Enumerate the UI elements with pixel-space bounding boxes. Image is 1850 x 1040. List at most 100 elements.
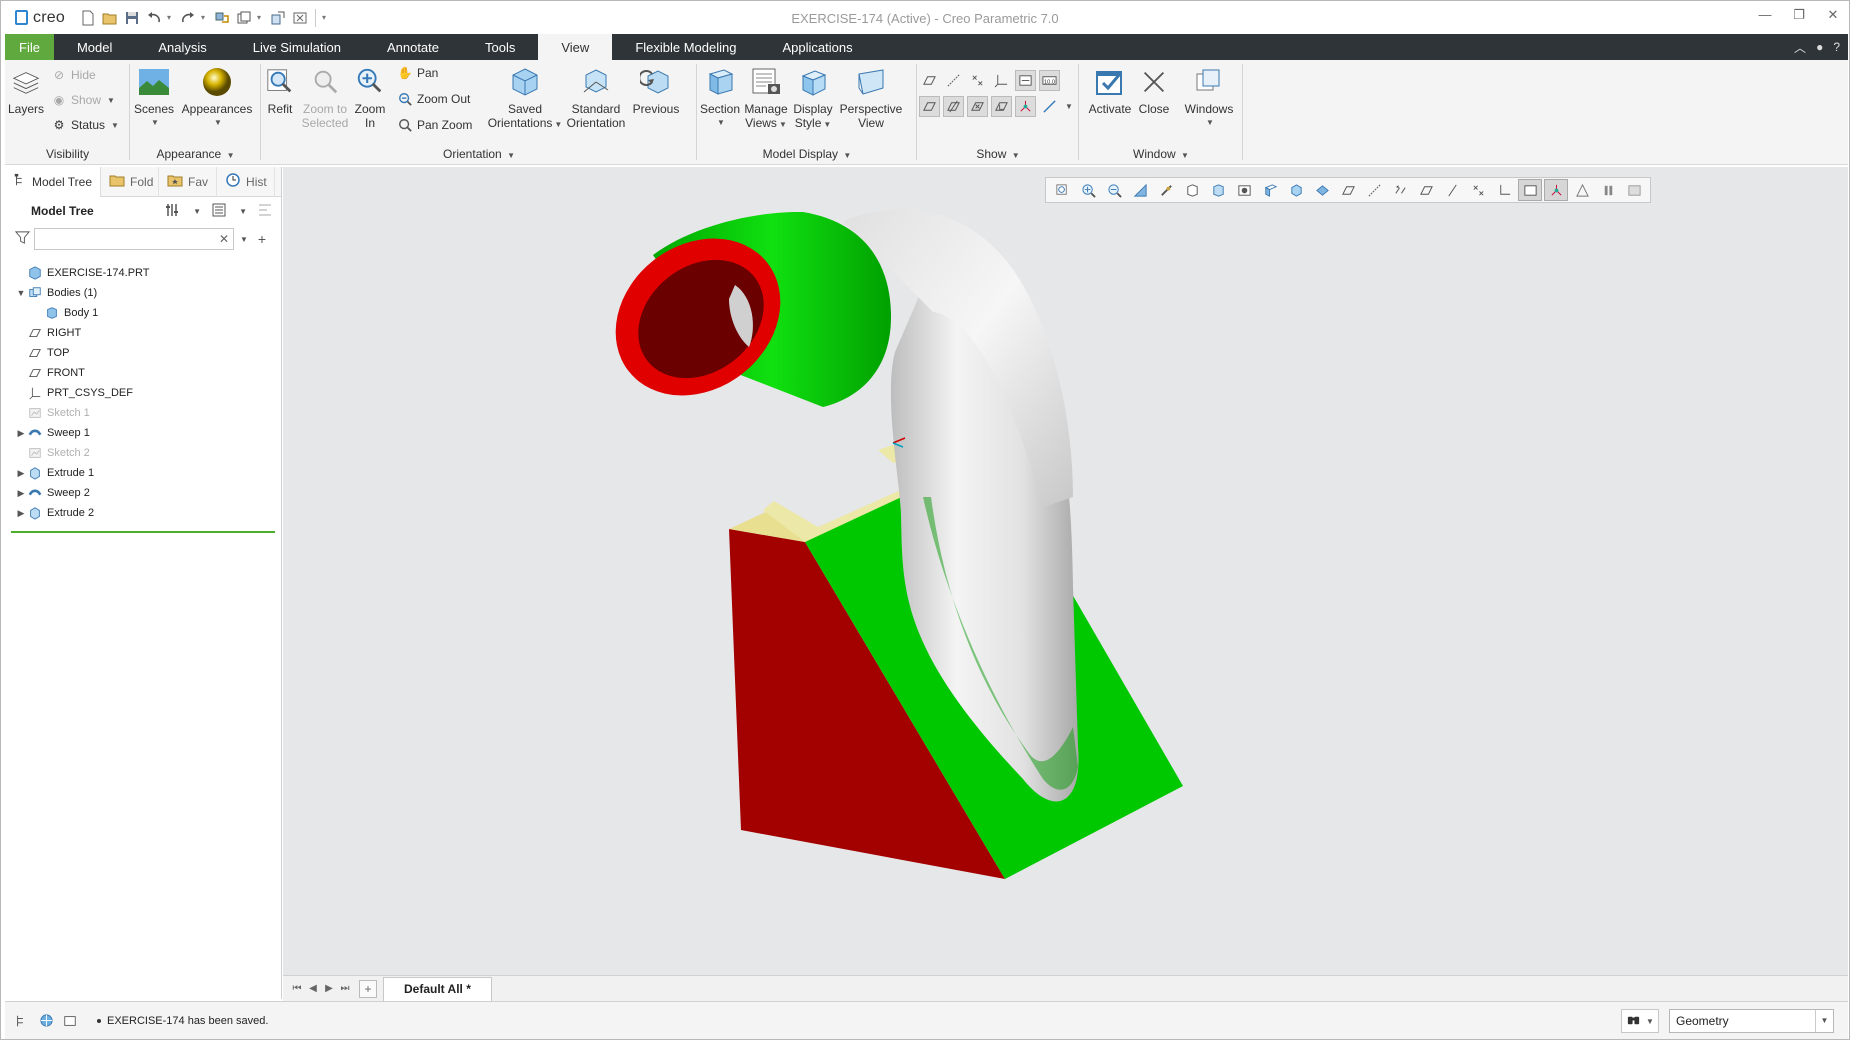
- sketch-display-icon[interactable]: [1039, 96, 1060, 117]
- axis-tag-display-icon[interactable]: [943, 96, 964, 117]
- status-button[interactable]: ⚙ Status ▼: [51, 116, 119, 134]
- tree-filter-icon[interactable]: [257, 202, 273, 221]
- selection-filter-select[interactable]: Geometry ▼: [1669, 1009, 1834, 1033]
- windows-button[interactable]: Windows ▼: [1183, 64, 1235, 130]
- tree-item[interactable]: Sketch 2: [5, 443, 281, 463]
- tab-default-all[interactable]: Default All *: [383, 976, 492, 1001]
- point-tag-display-icon[interactable]: [967, 96, 988, 117]
- tree-item[interactable]: ▶ Sweep 1: [5, 423, 281, 443]
- tree-item[interactable]: ▶ Extrude 1: [5, 463, 281, 483]
- browser-toggle-icon[interactable]: [37, 1012, 55, 1030]
- saved-orientations-button[interactable]: Saved Orientations ▼: [488, 64, 562, 132]
- spin-center-display-icon[interactable]: [1015, 96, 1036, 117]
- manage-views-button[interactable]: Manage Views ▼: [743, 64, 789, 132]
- tab-history[interactable]: Hist: [217, 166, 276, 197]
- tab-folder-browser[interactable]: Fold: [101, 166, 160, 197]
- tab-analysis[interactable]: Analysis: [135, 34, 229, 60]
- new-file-icon[interactable]: [79, 9, 97, 27]
- zoom-to-selected-button[interactable]: Zoom to Selected: [299, 64, 351, 130]
- activate-button[interactable]: Activate: [1087, 64, 1133, 116]
- tree-search-input[interactable]: ✕: [34, 228, 234, 250]
- navigator-toggle-icon[interactable]: [13, 1012, 31, 1030]
- tab-file[interactable]: File: [5, 34, 54, 60]
- tree-item[interactable]: Body 1: [5, 303, 281, 323]
- tab-model-tree[interactable]: Model Tree: [5, 166, 102, 197]
- windows-dropdown-icon[interactable]: ▾: [257, 13, 265, 22]
- perspective-view-button[interactable]: Perspective View: [837, 64, 905, 130]
- pan-zoom-button[interactable]: Pan Zoom: [397, 116, 472, 134]
- tab-annotate[interactable]: Annotate: [364, 34, 462, 60]
- tree-item[interactable]: RIGHT: [5, 323, 281, 343]
- customize-qat-icon[interactable]: ▾: [322, 13, 330, 22]
- hide-button[interactable]: ⊘ Hide: [51, 66, 96, 84]
- switch-windows-icon[interactable]: [269, 9, 287, 27]
- find-button[interactable]: ▼: [1621, 1009, 1659, 1033]
- tree-settings-icon[interactable]: [165, 202, 181, 221]
- annotation-display-icon[interactable]: [1015, 70, 1036, 91]
- tree-item[interactable]: FRONT: [5, 363, 281, 383]
- show-group-label[interactable]: Show ▼: [917, 147, 1079, 161]
- open-folder-icon[interactable]: [101, 9, 119, 27]
- tab-applications[interactable]: Applications: [759, 34, 875, 60]
- collapse-ribbon-icon[interactable]: ︿: [1794, 39, 1806, 56]
- graphics-window[interactable]: [283, 167, 1848, 975]
- redo-icon[interactable]: [179, 9, 197, 27]
- pan-button[interactable]: ✋ Pan: [397, 64, 439, 82]
- point-display-icon[interactable]: [967, 70, 988, 91]
- undo-dropdown-icon[interactable]: ▾: [167, 13, 175, 22]
- close-window-icon[interactable]: [291, 9, 309, 27]
- layers-button[interactable]: Layers: [8, 64, 44, 116]
- window-group-label[interactable]: Window ▼: [1079, 147, 1243, 161]
- scenes-button[interactable]: Scenes ▼: [134, 64, 174, 130]
- expand-icon[interactable]: ▶: [15, 488, 27, 499]
- refit-button[interactable]: Refit: [263, 64, 297, 116]
- tree-item[interactable]: ▶ Sweep 2: [5, 483, 281, 503]
- close-button[interactable]: Close: [1135, 64, 1173, 116]
- undo-icon[interactable]: [145, 9, 163, 27]
- tree-item[interactable]: EXERCISE-174.PRT: [5, 263, 281, 283]
- show-dropdown-icon[interactable]: ▼: [239, 207, 247, 216]
- section-button[interactable]: Section ▼: [699, 64, 741, 130]
- add-tab-icon[interactable]: +: [359, 979, 377, 998]
- tree-item[interactable]: Sketch 1: [5, 403, 281, 423]
- regenerate-icon[interactable]: [213, 9, 231, 27]
- model-geometry[interactable]: [283, 167, 1848, 975]
- tab-tools[interactable]: Tools: [462, 34, 538, 60]
- display-style-button[interactable]: Display Style ▼: [791, 64, 835, 132]
- redo-dropdown-icon[interactable]: ▾: [201, 13, 209, 22]
- show-more-dropdown-icon[interactable]: ▼: [1065, 102, 1073, 117]
- zoom-in-button[interactable]: Zoom In: [353, 64, 387, 130]
- windows-icon[interactable]: [235, 9, 253, 27]
- appearance-group-label[interactable]: Appearance ▼: [130, 147, 261, 161]
- save-icon[interactable]: [123, 9, 141, 27]
- axis-display-icon[interactable]: [943, 70, 964, 91]
- tree-item[interactable]: TOP: [5, 343, 281, 363]
- tree-item[interactable]: PRT_CSYS_DEF: [5, 383, 281, 403]
- model-display-group-label[interactable]: Model Display ▼: [697, 147, 917, 161]
- minimize-icon[interactable]: —: [1755, 7, 1775, 23]
- tab-model[interactable]: Model: [54, 34, 135, 60]
- tab-view[interactable]: View: [538, 34, 613, 60]
- next-tab-icon[interactable]: ▶: [321, 983, 337, 994]
- plane-tag-display-icon[interactable]: [919, 96, 940, 117]
- previous-button[interactable]: Previous: [631, 64, 681, 116]
- tab-flexible-modeling[interactable]: Flexible Modeling: [612, 34, 759, 60]
- help-icon[interactable]: ?: [1833, 40, 1840, 54]
- expand-icon[interactable]: ▶: [15, 468, 27, 479]
- zoom-out-button[interactable]: Zoom Out: [397, 90, 470, 108]
- fullscreen-icon[interactable]: [61, 1012, 79, 1030]
- first-tab-icon[interactable]: ⏮: [289, 983, 305, 994]
- appearances-button[interactable]: Appearances ▼: [178, 64, 256, 130]
- collapse-icon[interactable]: ▼: [15, 288, 27, 298]
- maximize-icon[interactable]: ❐: [1789, 7, 1809, 23]
- tree-item[interactable]: ▶ Extrude 2: [5, 503, 281, 523]
- plane-display-icon[interactable]: [919, 70, 940, 91]
- tree-item[interactable]: ▼ Bodies (1): [5, 283, 281, 303]
- csys-tag-display-icon[interactable]: [991, 96, 1012, 117]
- search-options-dropdown-icon[interactable]: ▼: [240, 235, 248, 244]
- insert-here-marker[interactable]: [11, 531, 275, 533]
- last-tab-icon[interactable]: ⏭: [337, 983, 353, 994]
- notifications-icon[interactable]: ●: [1816, 40, 1823, 54]
- standard-orientation-button[interactable]: Standard Orientation: [565, 64, 627, 130]
- funnel-icon[interactable]: [14, 230, 31, 248]
